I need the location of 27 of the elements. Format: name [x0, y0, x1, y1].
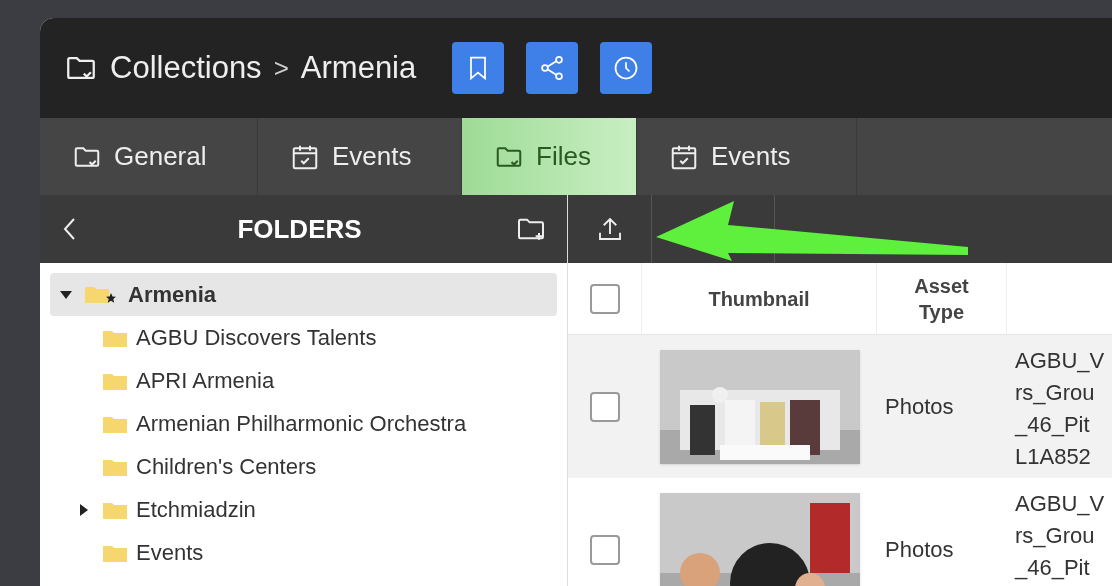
history-button[interactable] [600, 42, 653, 94]
folder-item[interactable]: APRI Armenia [50, 359, 557, 402]
folder-item[interactable]: Etchmiadzin [50, 488, 557, 531]
folder-item[interactable]: Armenian Philharmonic Orchestra [50, 402, 557, 445]
breadcrumb-item[interactable]: Collections [110, 44, 262, 92]
column-header[interactable]: Asset Type [877, 263, 1007, 334]
table-cell-text: Photos [884, 536, 954, 564]
table-cell-text: Photos [884, 393, 954, 421]
table-cell-text: AGBU_V rs_Grou _46_Pit [1015, 490, 1105, 582]
folder-item[interactable]: Armenia [50, 273, 557, 316]
breadcrumb-separator: > [273, 51, 289, 85]
share-button[interactable] [526, 42, 579, 94]
table-row[interactable]: Photos AGBU_V rs_Grou _46_Pit L1A852 [568, 335, 1112, 478]
column-header[interactable]: Thumbnail [642, 263, 877, 334]
caret-down-icon[interactable] [60, 288, 72, 301]
panel-title: FOLDERS [236, 212, 363, 246]
folder-item[interactable]: Events [50, 531, 557, 574]
table-cell-text: AGBU_V rs_Grou _46_Pit L1A852 [1015, 347, 1105, 471]
folder-item[interactable]: Children's Centers [50, 445, 557, 488]
caret-right-icon[interactable] [78, 503, 90, 516]
row-checkbox[interactable] [590, 534, 620, 565]
row-checkbox[interactable] [590, 391, 620, 422]
bookmark-button[interactable] [452, 42, 505, 94]
breadcrumb-item: Armenia [300, 48, 417, 87]
folder-item[interactable]: AGBU Discovers Talents [50, 316, 557, 359]
select-all-checkbox[interactable] [589, 283, 620, 314]
tab[interactable]: Files [462, 118, 637, 195]
